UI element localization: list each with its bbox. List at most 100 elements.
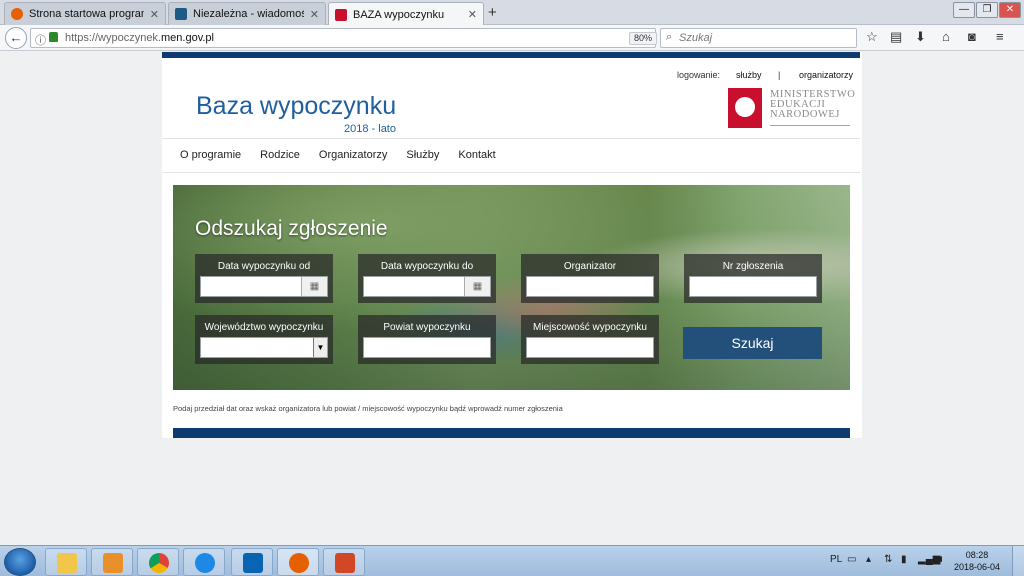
minimize-button[interactable]: — bbox=[953, 2, 975, 18]
page-subtitle: 2018 - lato bbox=[344, 123, 396, 135]
nr-zgloszenia-input[interactable] bbox=[689, 276, 817, 297]
bookmark-star-icon[interactable]: ☆ bbox=[866, 29, 878, 45]
date-to-field: Data wypoczynku do ▦ bbox=[358, 254, 496, 303]
folder-icon bbox=[57, 553, 77, 573]
close-tab-icon[interactable]: ✕ bbox=[150, 8, 159, 21]
nav-organizatorzy[interactable]: Organizatorzy bbox=[319, 149, 387, 161]
downloads-icon[interactable]: ⬇ bbox=[915, 29, 926, 45]
maximize-button[interactable]: ❐ bbox=[976, 2, 998, 18]
start-button[interactable] bbox=[4, 548, 36, 576]
nav-rodzice[interactable]: Rodzice bbox=[260, 149, 300, 161]
organizer-label: Organizator bbox=[563, 261, 617, 272]
taskbar-firefox[interactable] bbox=[277, 548, 319, 576]
search-icon: ⌕ bbox=[666, 31, 673, 43]
close-tab-icon[interactable]: ✕ bbox=[468, 8, 477, 21]
taskbar-internet-explorer[interactable] bbox=[183, 548, 225, 576]
url-bar[interactable]: ⓘ https://wypoczynek.men.gov.pl 80% ↻ bbox=[30, 28, 681, 48]
url-text: https://wypoczynek.men.gov.pl bbox=[65, 32, 214, 44]
firefox-icon bbox=[11, 8, 23, 20]
page-content: logowanie: służby | organizatorzy Baza w… bbox=[162, 52, 862, 438]
browser-navbar: ← ⓘ https://wypoczynek.men.gov.pl 80% ↻ … bbox=[0, 25, 1024, 51]
login-separator: | bbox=[778, 70, 781, 80]
voivodeship-field: Województwo wypoczynku ▼ bbox=[195, 315, 333, 364]
show-hidden-icons-icon[interactable]: ▴ bbox=[866, 554, 871, 565]
taskbar-explorer[interactable] bbox=[45, 548, 87, 576]
nav-kontakt[interactable]: Kontakt bbox=[458, 149, 495, 161]
battery-icon[interactable]: ▮ bbox=[901, 554, 907, 565]
main-nav: O programie Rodzice Organizatorzy Służby… bbox=[180, 149, 496, 161]
menu-icon[interactable]: ≡ bbox=[996, 29, 1004, 44]
taskbar-powerpoint[interactable] bbox=[323, 548, 365, 576]
calendar-icon[interactable]: ▦ bbox=[464, 277, 490, 296]
network-icon[interactable]: ⇅ bbox=[884, 554, 892, 565]
outlook-icon bbox=[243, 553, 263, 573]
tab-strona-startowa[interactable]: Strona startowa programu ... ✕ bbox=[4, 2, 166, 25]
new-tab-button[interactable]: + bbox=[488, 4, 497, 21]
clock-date: 2018-06-04 bbox=[953, 562, 1001, 572]
firefox-icon bbox=[289, 553, 309, 573]
calendar-icon[interactable]: ▦ bbox=[301, 277, 327, 296]
page-title[interactable]: Baza wypoczynku bbox=[196, 92, 396, 121]
login-organizatorzy-link[interactable]: organizatorzy bbox=[799, 70, 853, 80]
home-icon[interactable]: ⌂ bbox=[942, 29, 950, 44]
date-from-input[interactable]: ▦ bbox=[200, 276, 328, 297]
tab-niezalezna[interactable]: Niezależna - wiadomości | i... ✕ bbox=[168, 2, 326, 25]
organizer-field: Organizator bbox=[521, 254, 659, 303]
back-button[interactable]: ← bbox=[5, 27, 27, 49]
internet-explorer-icon bbox=[195, 553, 215, 573]
taskbar-media-player[interactable] bbox=[91, 548, 133, 576]
top-stripe bbox=[162, 52, 860, 58]
clock-time: 08:28 bbox=[965, 550, 989, 560]
close-tab-icon[interactable]: ✕ bbox=[310, 8, 319, 21]
show-desktop-button[interactable] bbox=[1012, 546, 1024, 576]
organizer-input[interactable] bbox=[526, 276, 654, 297]
pocket-icon[interactable]: ◙ bbox=[968, 29, 976, 44]
powerpoint-icon bbox=[335, 553, 355, 573]
search-input[interactable] bbox=[679, 31, 849, 45]
emblem-icon bbox=[335, 8, 347, 21]
taskbar-chrome[interactable] bbox=[137, 548, 179, 576]
tab-baza-wypoczynku[interactable]: BAZA wypoczynku ✕ bbox=[328, 2, 484, 26]
ministry-logo[interactable]: MINISTERSTWO EDUKACJI NARODOWEJ bbox=[728, 88, 858, 133]
lock-icon bbox=[49, 32, 58, 42]
date-to-input[interactable]: ▦ bbox=[363, 276, 491, 297]
taskbar: PL ▭ ▴ ⇅ ▮ ▂▄▆ ◄ 08:28 2018-06-04 bbox=[0, 545, 1024, 576]
tab-label: BAZA wypoczynku bbox=[353, 8, 445, 21]
keyboard-icon[interactable]: ▭ bbox=[847, 554, 856, 565]
zoom-level[interactable]: 80% bbox=[629, 32, 658, 45]
nav-sluzby[interactable]: Służby bbox=[406, 149, 439, 161]
ministry-name: MINISTERSTWO EDUKACJI NARODOWEJ bbox=[770, 89, 856, 120]
nr-zgloszenia-field: Nr zgłoszenia bbox=[684, 254, 822, 303]
close-window-button[interactable]: ✕ bbox=[999, 2, 1021, 18]
locality-label: Miejscowość wypoczynku bbox=[533, 322, 647, 333]
county-input[interactable] bbox=[363, 337, 491, 358]
niezalezna-icon bbox=[175, 8, 187, 20]
voivodeship-select[interactable]: ▼ bbox=[200, 337, 328, 358]
login-label: logowanie: bbox=[677, 70, 721, 80]
tab-label: Strona startowa programu ... bbox=[29, 8, 144, 20]
chrome-icon bbox=[149, 553, 169, 573]
browser-tab-bar: Strona startowa programu ... ✕ Niezależn… bbox=[0, 0, 1024, 26]
login-sluzby-link[interactable]: służby bbox=[736, 70, 762, 80]
search-button[interactable]: Szukaj bbox=[683, 327, 822, 359]
search-hint: Podaj przedział dat oraz wskaż organizat… bbox=[173, 404, 563, 413]
county-label: Powiat wypoczynku bbox=[383, 322, 471, 333]
date-to-label: Data wypoczynku do bbox=[380, 261, 474, 272]
reading-list-icon[interactable]: ▤ bbox=[890, 29, 902, 45]
voivodeship-label: Województwo wypoczynku bbox=[204, 322, 324, 333]
divider bbox=[162, 172, 860, 173]
tab-label: Niezależna - wiadomości | i... bbox=[193, 8, 304, 20]
nav-o-programie[interactable]: O programie bbox=[180, 149, 241, 161]
taskbar-outlook[interactable] bbox=[231, 548, 273, 576]
volume-icon[interactable]: ◄ bbox=[934, 554, 944, 565]
chevron-down-icon[interactable]: ▼ bbox=[313, 338, 327, 357]
nr-zgloszenia-label: Nr zgłoszenia bbox=[722, 261, 784, 272]
date-from-field: Data wypoczynku od ▦ bbox=[195, 254, 333, 303]
search-heading: Odszukaj zgłoszenie bbox=[195, 217, 388, 240]
system-clock[interactable]: 08:28 2018-06-04 bbox=[948, 549, 1006, 573]
search-bar[interactable]: ⌕ bbox=[660, 28, 857, 48]
divider bbox=[162, 138, 860, 139]
language-indicator[interactable]: PL bbox=[830, 554, 842, 565]
info-icon[interactable]: ⓘ bbox=[35, 32, 46, 48]
locality-input[interactable] bbox=[526, 337, 654, 358]
